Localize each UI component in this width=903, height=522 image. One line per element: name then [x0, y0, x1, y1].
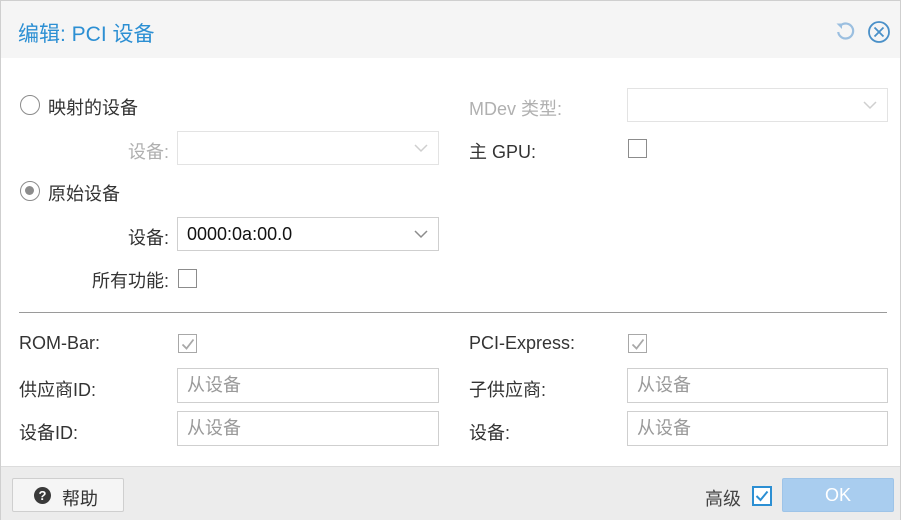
sub-device-input[interactable]	[627, 411, 888, 446]
ok-button-label: OK	[824, 485, 851, 505]
reset-icon[interactable]	[834, 20, 856, 42]
check-icon	[631, 338, 645, 350]
sub-device-label: 设备:	[469, 423, 511, 443]
rom-bar-label: ROM-Bar:	[19, 333, 100, 353]
dialog-header: 编辑: PCI 设备	[1, 1, 900, 58]
close-icon[interactable]	[867, 20, 890, 43]
check-icon	[755, 490, 769, 502]
device-id-label: 设备ID:	[19, 423, 79, 443]
mapped-device-radio[interactable]	[20, 95, 40, 115]
mapped-device-select-label: 设备:	[127, 142, 169, 162]
raw-device-select-label: 设备:	[127, 228, 169, 248]
question-icon: ?	[34, 487, 51, 504]
chevron-down-icon	[414, 144, 428, 153]
sub-vendor-input[interactable]	[627, 368, 888, 403]
primary-gpu-checkbox[interactable]	[628, 139, 647, 158]
advanced-label: 高级	[705, 489, 741, 509]
mdev-type-label: MDev 类型:	[469, 99, 563, 119]
dialog-footer: ? 帮助 高级 OK	[1, 466, 900, 520]
rom-bar-checkbox[interactable]	[178, 334, 197, 353]
device-id-input[interactable]	[177, 411, 439, 446]
all-functions-checkbox[interactable]	[178, 269, 197, 288]
all-functions-label: 所有功能:	[91, 271, 169, 291]
help-button[interactable]: ? 帮助	[12, 478, 124, 512]
pci-express-checkbox[interactable]	[628, 334, 647, 353]
dialog-title: 编辑: PCI 设备	[18, 23, 155, 46]
raw-device-select-value: 0000:0a:00.0	[187, 224, 293, 244]
chevron-down-icon	[414, 230, 428, 239]
sub-vendor-label: 子供应商:	[469, 380, 547, 400]
ok-button[interactable]: OK	[782, 478, 894, 512]
pci-device-dialog: 编辑: PCI 设备 映射的设备 设备: 原始设备 设备: 0000:0a:00…	[0, 0, 901, 520]
dialog-body: 映射的设备 设备: 原始设备 设备: 0000:0a:00.0 所有功能: MD…	[1, 58, 900, 466]
advanced-checkbox[interactable]	[752, 486, 772, 506]
raw-device-select[interactable]: 0000:0a:00.0	[177, 217, 439, 251]
raw-device-label: 原始设备	[48, 184, 120, 204]
pci-express-label: PCI-Express:	[469, 333, 576, 353]
mapped-device-label: 映射的设备	[48, 98, 138, 118]
vendor-id-input[interactable]	[177, 368, 439, 403]
primary-gpu-label: 主 GPU:	[469, 142, 537, 162]
mdev-type-select[interactable]	[627, 88, 888, 122]
help-button-label: 帮助	[62, 489, 98, 509]
raw-device-radio[interactable]	[20, 181, 40, 201]
check-icon	[181, 338, 195, 350]
section-divider	[19, 312, 887, 313]
chevron-down-icon	[863, 101, 877, 110]
mapped-device-select[interactable]	[177, 131, 439, 165]
vendor-id-label: 供应商ID:	[19, 380, 97, 400]
